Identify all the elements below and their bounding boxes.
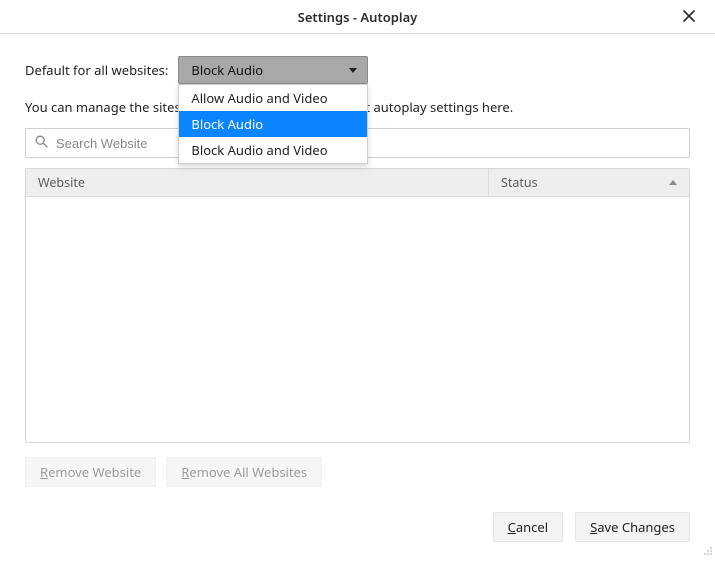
column-header-website[interactable]: Website: [26, 169, 489, 196]
close-icon: [683, 7, 695, 27]
search-icon: [35, 134, 48, 152]
table-action-buttons: Remove Website Remove All Websites: [25, 457, 690, 487]
window-title: Settings - Autoplay: [298, 8, 418, 26]
save-changes-button[interactable]: Save Changes: [575, 512, 690, 542]
column-header-status[interactable]: Status: [489, 169, 689, 196]
dropdown-option-allow[interactable]: Allow Audio and Video: [179, 85, 367, 111]
remove-website-button: Remove Website: [25, 457, 156, 487]
resize-grip-icon[interactable]: [701, 542, 713, 560]
dropdown-option-block-audio[interactable]: Block Audio: [179, 111, 367, 137]
cancel-button[interactable]: Cancel: [493, 512, 563, 542]
table-body: [26, 197, 689, 442]
column-header-status-label: Status: [501, 174, 538, 191]
default-dropdown: Block Audio Allow Audio and Video Block …: [178, 56, 368, 84]
sort-ascending-icon: [669, 180, 677, 185]
dropdown-selected-value: Block Audio: [191, 61, 263, 79]
dropdown-list: Allow Audio and Video Block Audio Block …: [178, 84, 368, 164]
exceptions-table: Website Status: [25, 168, 690, 443]
dialog-content: Default for all websites: Block Audio Al…: [0, 34, 715, 487]
table-header: Website Status: [26, 169, 689, 197]
remove-all-websites-button: Remove All Websites: [166, 457, 322, 487]
dropdown-option-block-all[interactable]: Block Audio and Video: [179, 137, 367, 163]
default-row: Default for all websites: Block Audio Al…: [25, 56, 690, 84]
chevron-down-icon: [349, 68, 357, 73]
close-button[interactable]: [673, 0, 705, 34]
default-dropdown-button[interactable]: Block Audio: [178, 56, 368, 84]
titlebar: Settings - Autoplay: [0, 0, 715, 34]
dialog-buttons: Cancel Save Changes: [493, 512, 690, 542]
default-label: Default for all websites:: [25, 61, 168, 79]
